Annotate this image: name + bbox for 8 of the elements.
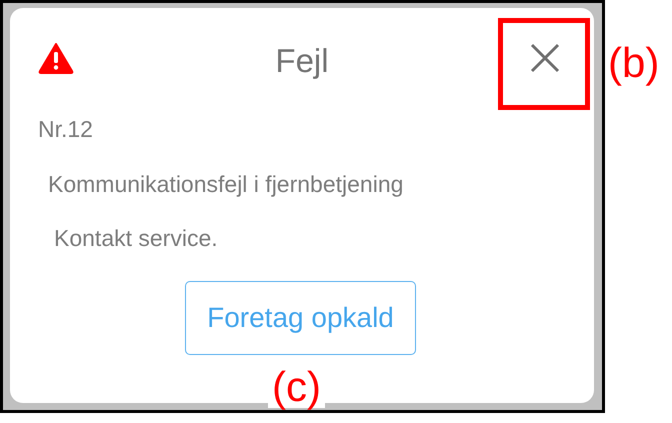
call-button[interactable]: Foretag opkald bbox=[185, 281, 416, 355]
error-note: Kontakt service. bbox=[54, 225, 219, 252]
dialog-title: Fejl bbox=[274, 42, 330, 80]
error-message: Kommunikationsfejl i fjernbetjening bbox=[48, 171, 404, 198]
callout-label: (b) bbox=[608, 42, 660, 84]
warning-icon bbox=[38, 42, 74, 74]
error-code: Nr.12 bbox=[38, 116, 94, 143]
close-icon[interactable] bbox=[530, 43, 560, 73]
